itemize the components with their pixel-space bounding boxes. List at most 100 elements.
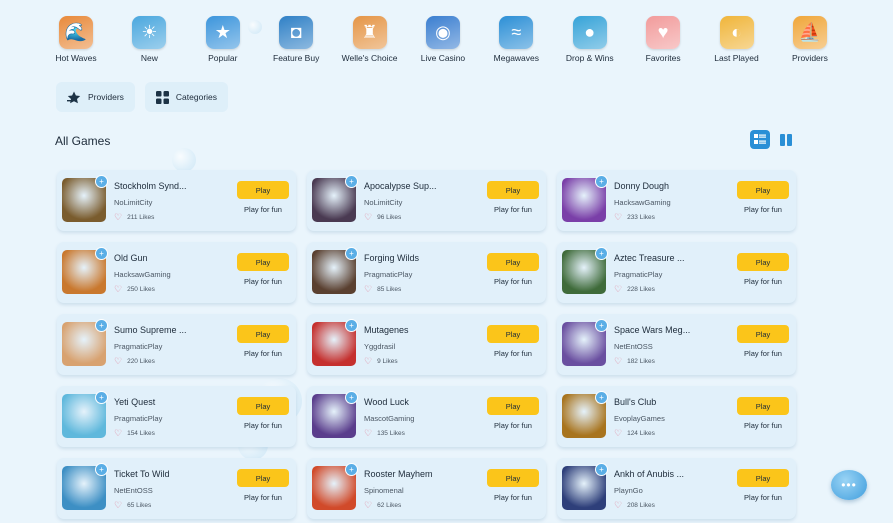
- play-button[interactable]: Play: [737, 397, 789, 415]
- play-button[interactable]: Play: [737, 253, 789, 271]
- game-likes: ♡ 233 Likes: [614, 213, 655, 222]
- category-label: Last Played: [714, 53, 759, 63]
- heart-outline-icon[interactable]: ♡: [364, 429, 372, 438]
- game-card[interactable]: + Ankh of Anubis ... PlaynGo ♡ 208 Likes Play…: [557, 458, 796, 519]
- category-sailboat[interactable]: ⛵ Providers: [782, 16, 838, 63]
- heart-outline-icon[interactable]: ♡: [614, 357, 622, 366]
- play-button[interactable]: Play: [487, 397, 539, 415]
- play-for-fun-link[interactable]: Play for fun: [738, 493, 788, 502]
- game-provider: NetEntOSS: [614, 342, 653, 351]
- game-name: Forging Wilds: [364, 253, 420, 263]
- category-label: Live Casino: [420, 53, 466, 63]
- game-likes: ♡ 135 Likes: [364, 429, 405, 438]
- providers-filter-button[interactable]: Providers: [56, 82, 135, 112]
- heart-outline-icon[interactable]: ♡: [364, 357, 372, 366]
- game-card[interactable]: + Stockholm Synd... NoLimitCity ♡ 211 Likes P…: [57, 170, 296, 231]
- heart-outline-icon[interactable]: ♡: [364, 285, 372, 294]
- game-likes: ♡ 96 Likes: [364, 213, 401, 222]
- play-button[interactable]: Play: [237, 469, 289, 487]
- game-card[interactable]: + Space Wars Meg... NetEntOSS ♡ 182 Likes Pla…: [557, 314, 796, 375]
- game-card[interactable]: + Sumo Supreme ... PragmaticPlay ♡ 220 Likes…: [57, 314, 296, 375]
- category-sunset[interactable]: ☀ New: [121, 16, 177, 63]
- heart-outline-icon[interactable]: ♡: [114, 429, 122, 438]
- category-flame-wave[interactable]: 🌊 Hot Waves: [48, 16, 104, 63]
- game-card[interactable]: + Old Gun HacksawGaming ♡ 250 Likes Play Play …: [57, 242, 296, 303]
- play-button[interactable]: Play: [487, 181, 539, 199]
- heart-outline-icon[interactable]: ♡: [114, 501, 122, 510]
- play-button[interactable]: Play: [487, 469, 539, 487]
- heart-outline-icon[interactable]: ♡: [614, 285, 622, 294]
- play-for-fun-link[interactable]: Play for fun: [238, 277, 288, 286]
- game-card[interactable]: + Apocalypse Sup... NoLimitCity ♡ 96 Likes Pl…: [307, 170, 546, 231]
- category-surfer[interactable]: ♜ Welle's Choice: [342, 16, 398, 63]
- likes-count: 9 Likes: [377, 358, 398, 365]
- heart-outline-icon[interactable]: ♡: [364, 213, 372, 222]
- play-button[interactable]: Play: [737, 181, 789, 199]
- likes-count: 250 Likes: [127, 286, 155, 293]
- category-star[interactable]: ★ Popular: [195, 16, 251, 63]
- play-for-fun-link[interactable]: Play for fun: [488, 421, 538, 430]
- category-treasure-chest[interactable]: ◘ Feature Buy: [268, 16, 324, 63]
- game-name: Mutagenes: [364, 325, 409, 335]
- play-for-fun-link[interactable]: Play for fun: [488, 349, 538, 358]
- categories-filter-button[interactable]: Categories: [144, 82, 229, 112]
- likes-count: 124 Likes: [627, 430, 655, 437]
- play-for-fun-link[interactable]: Play for fun: [488, 205, 538, 214]
- play-button[interactable]: Play: [737, 469, 789, 487]
- heart-outline-icon[interactable]: ♡: [614, 429, 622, 438]
- game-provider: PragmaticPlay: [614, 270, 663, 279]
- info-badge-icon: +: [595, 247, 608, 260]
- play-button[interactable]: Play: [237, 181, 289, 199]
- play-button[interactable]: Play: [487, 253, 539, 271]
- play-for-fun-link[interactable]: Play for fun: [238, 421, 288, 430]
- game-provider: NoLimitCity: [364, 198, 403, 207]
- heart-outline-icon[interactable]: ♡: [614, 501, 622, 510]
- category-wave-sun[interactable]: ◐ Last Played: [709, 16, 765, 63]
- play-button[interactable]: Play: [237, 253, 289, 271]
- heart-outline-icon[interactable]: ♡: [114, 357, 122, 366]
- play-for-fun-link[interactable]: Play for fun: [738, 277, 788, 286]
- play-button[interactable]: Play: [237, 397, 289, 415]
- game-card[interactable]: + Bull's Club EvoplayGames ♡ 124 Likes Play Pl…: [557, 386, 796, 447]
- play-for-fun-link[interactable]: Play for fun: [738, 205, 788, 214]
- heart-outline-icon[interactable]: ♡: [114, 213, 122, 222]
- list-view-button[interactable]: [750, 130, 770, 149]
- game-likes: ♡ 182 Likes: [614, 357, 655, 366]
- play-for-fun-link[interactable]: Play for fun: [238, 205, 288, 214]
- game-provider: MascotGaming: [364, 414, 415, 423]
- likes-count: 182 Likes: [627, 358, 655, 365]
- play-for-fun-link[interactable]: Play for fun: [738, 349, 788, 358]
- grid-view-button[interactable]: [776, 130, 796, 149]
- game-card[interactable]: + Ticket To Wild NetEntOSS ♡ 65 Likes Play Pla…: [57, 458, 296, 519]
- chat-button[interactable]: •••: [831, 470, 867, 500]
- play-button[interactable]: Play: [487, 325, 539, 343]
- game-card[interactable]: + Rooster Mayhem Spinomenal ♡ 62 Likes Play Pl…: [307, 458, 546, 519]
- game-card[interactable]: + Donny Dough HacksawGaming ♡ 233 Likes Play P…: [557, 170, 796, 231]
- play-for-fun-link[interactable]: Play for fun: [238, 493, 288, 502]
- heart-outline-icon[interactable]: ♡: [364, 501, 372, 510]
- category-drop-coin[interactable]: ● Drop & Wins: [562, 16, 618, 63]
- game-card[interactable]: + Mutagenes Yggdrasil ♡ 9 Likes Play Play for …: [307, 314, 546, 375]
- play-for-fun-link[interactable]: Play for fun: [738, 421, 788, 430]
- play-for-fun-link[interactable]: Play for fun: [488, 493, 538, 502]
- likes-count: 85 Likes: [377, 286, 402, 293]
- heart-icon: ♥: [646, 16, 681, 49]
- game-likes: ♡ 62 Likes: [364, 501, 401, 510]
- play-button[interactable]: Play: [237, 325, 289, 343]
- game-card[interactable]: + Wood Luck MascotGaming ♡ 135 Likes Play Play…: [307, 386, 546, 447]
- heart-outline-icon[interactable]: ♡: [114, 285, 122, 294]
- likes-count: 233 Likes: [627, 214, 655, 221]
- game-likes: ♡ 85 Likes: [364, 285, 401, 294]
- category-big-wave[interactable]: ≈ Megawaves: [488, 16, 544, 63]
- category-casino-chip[interactable]: ◉ Live Casino: [415, 16, 471, 63]
- game-card[interactable]: + Aztec Treasure ... PragmaticPlay ♡ 228 Lik…: [557, 242, 796, 303]
- game-provider: PragmaticPlay: [364, 270, 413, 279]
- play-for-fun-link[interactable]: Play for fun: [238, 349, 288, 358]
- heart-outline-icon[interactable]: ♡: [614, 213, 622, 222]
- play-for-fun-link[interactable]: Play for fun: [488, 277, 538, 286]
- likes-count: 135 Likes: [377, 430, 405, 437]
- category-heart[interactable]: ♥ Favorites: [635, 16, 691, 63]
- game-card[interactable]: + Forging Wilds PragmaticPlay ♡ 85 Likes Play…: [307, 242, 546, 303]
- game-card[interactable]: + Yeti Quest PragmaticPlay ♡ 154 Likes Play Pl…: [57, 386, 296, 447]
- play-button[interactable]: Play: [737, 325, 789, 343]
